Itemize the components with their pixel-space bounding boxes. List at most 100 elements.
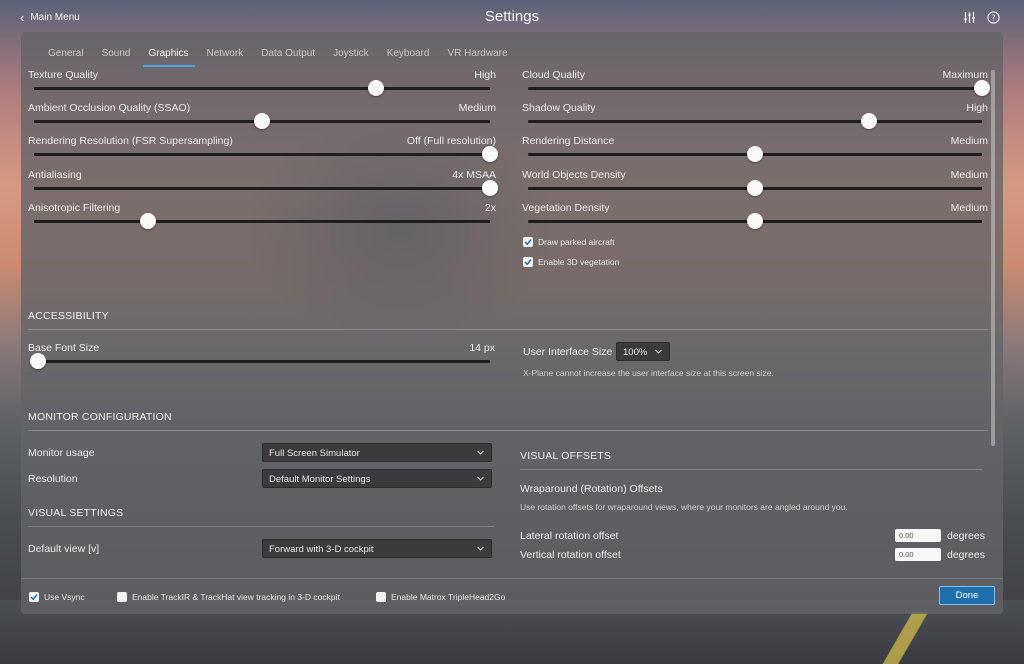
svg-text:?: ? — [991, 13, 995, 22]
slider-thumb[interactable] — [860, 113, 877, 130]
slider-thumb[interactable] — [368, 80, 384, 96]
base-font-size-slider-thumb[interactable] — [30, 353, 46, 369]
tab-vr-hardware[interactable]: VR Hardware — [439, 48, 517, 64]
sliders-icon[interactable] — [963, 11, 976, 24]
slider-track[interactable] — [34, 153, 490, 157]
chevron-down-icon — [476, 544, 485, 553]
slider-label: Rendering Resolution (FSR Supersampling) — [28, 135, 233, 148]
use-vsync-checkbox[interactable]: Use Vsync — [29, 592, 85, 602]
runway-stripe — [860, 612, 960, 664]
slider-thumb[interactable] — [254, 113, 270, 130]
vertical-rotation-offset-input[interactable]: 0.00 — [895, 548, 941, 561]
checkbox-checked-icon — [29, 592, 39, 602]
slider-label: Vegetation Density — [522, 201, 610, 214]
enable-matrox-checkbox[interactable]: Enable Matrox TripleHead2Go — [376, 592, 505, 602]
default-view-label: Default view [v] — [28, 543, 100, 555]
slider-thumb[interactable] — [747, 179, 763, 196]
slider-value: High — [474, 69, 496, 81]
base-font-size-value: 14 px — [469, 342, 495, 354]
slider-value: 2x — [484, 201, 496, 214]
slider-value: Medium — [950, 168, 988, 181]
lateral-rotation-offset-label: Lateral rotation offset — [520, 530, 619, 542]
tab-data-output[interactable]: Data Output — [252, 48, 324, 64]
monitor-usage-select[interactable]: Full Screen Simulator — [262, 443, 492, 462]
draw-parked-aircraft-checkbox[interactable]: Draw parked aircraft — [523, 237, 615, 247]
page-title: Settings — [484, 8, 540, 25]
slider-track[interactable] — [34, 219, 490, 223]
checkbox-label: Enable 3D vegetation — [538, 257, 620, 267]
settings-panel: General Sound Graphics Network Data Outp… — [21, 32, 1003, 614]
section-divider — [28, 526, 494, 527]
ui-size-hint: X-Plane cannot increase the user interfa… — [523, 368, 774, 378]
chevron-down-icon — [476, 474, 485, 483]
slider-thumb[interactable] — [747, 212, 763, 229]
tab-graphics[interactable]: Graphics — [140, 48, 198, 67]
checkbox-unchecked-icon — [376, 592, 386, 602]
accessibility-heading: ACCESSIBILITY — [28, 310, 109, 322]
ui-size-select[interactable]: 100% — [616, 342, 670, 361]
slider-thumb[interactable] — [482, 179, 498, 196]
slider-track[interactable] — [528, 87, 982, 90]
slider-track[interactable] — [34, 186, 490, 190]
slider-label: Rendering Distance — [522, 135, 615, 148]
slider-value: High — [966, 102, 988, 115]
top-bar: ‹ Main Menu Settings ? — [0, 0, 1024, 34]
resolution-select[interactable]: Default Monitor Settings — [262, 469, 492, 488]
checkbox-label: Enable Matrox TripleHead2Go — [391, 592, 506, 602]
default-view-value: Forward with 3-D cockpit — [269, 544, 374, 555]
wraparound-offsets-description: Use rotation offsets for wraparound view… — [520, 502, 848, 512]
slider-value: 4x MSAA — [452, 168, 496, 181]
tab-sound[interactable]: Sound — [93, 48, 140, 64]
checkbox-label: Use Vsync — [44, 592, 85, 602]
slider-value: Maximum — [942, 69, 988, 81]
slider-label: Cloud Quality — [522, 69, 586, 81]
section-divider — [28, 329, 988, 330]
slider-track[interactable] — [528, 120, 982, 124]
resolution-value: Default Monitor Settings — [269, 474, 371, 485]
visual-settings-heading: VISUAL SETTINGS — [28, 507, 124, 519]
checkbox-checked-icon — [523, 237, 533, 247]
lateral-rotation-offset-input[interactable]: 0.00 — [895, 529, 941, 542]
section-divider — [28, 430, 988, 431]
base-font-size-slider-track[interactable] — [34, 360, 490, 363]
enable-trackir-checkbox[interactable]: Enable TrackIR & TrackHat view tracking … — [117, 592, 340, 602]
vertical-rotation-offset-label: Vertical rotation offset — [520, 549, 621, 561]
slider-value: Off (Full resolution) — [406, 135, 496, 148]
tab-bar: General Sound Graphics Network Data Outp… — [39, 48, 517, 67]
slider-label: World Objects Density — [522, 168, 626, 181]
monitor-usage-value: Full Screen Simulator — [269, 448, 360, 459]
slider-value: Medium — [950, 135, 988, 148]
tab-network[interactable]: Network — [198, 48, 253, 64]
checkbox-checked-icon — [523, 257, 533, 267]
slider-thumb[interactable] — [974, 80, 990, 96]
chevron-down-icon — [476, 448, 485, 457]
tab-joystick[interactable]: Joystick — [324, 48, 378, 64]
tab-keyboard[interactable]: Keyboard — [378, 48, 439, 64]
vertical-scrollbar[interactable] — [991, 70, 995, 446]
slider-value: Medium — [458, 102, 496, 115]
slider-track[interactable] — [34, 87, 490, 90]
monitor-usage-label: Monitor usage — [28, 447, 95, 459]
done-button[interactable]: Done — [939, 586, 995, 605]
tab-general[interactable]: General — [39, 48, 93, 64]
visual-offsets-heading: VISUAL OFFSETS — [520, 450, 612, 462]
vertical-rotation-offset-unit: degrees — [947, 549, 985, 561]
enable-3d-vegetation-checkbox[interactable]: Enable 3D vegetation — [523, 257, 619, 267]
slider-label: Ambient Occlusion Quality (SSAO) — [28, 102, 191, 115]
slider-label: Texture Quality — [28, 69, 99, 81]
resolution-label: Resolution — [28, 473, 78, 485]
slider-thumb[interactable] — [482, 146, 498, 163]
lateral-rotation-offset-unit: degrees — [947, 530, 985, 542]
ui-size-value: 100% — [623, 347, 648, 358]
slider-label: Shadow Quality — [522, 102, 596, 115]
ui-size-label: User Interface Size — [523, 346, 613, 358]
default-view-select[interactable]: Forward with 3-D cockpit — [262, 539, 492, 558]
checkbox-label: Enable TrackIR & TrackHat view tracking … — [132, 592, 340, 602]
chevron-down-icon — [654, 347, 663, 356]
slider-thumb[interactable] — [140, 212, 156, 229]
slider-label: Anisotropic Filtering — [28, 201, 121, 214]
monitor-configuration-heading: MONITOR CONFIGURATION — [28, 411, 172, 423]
help-circle-icon[interactable]: ? — [987, 11, 1000, 24]
checkbox-unchecked-icon — [117, 592, 127, 602]
slider-thumb[interactable] — [747, 146, 763, 163]
